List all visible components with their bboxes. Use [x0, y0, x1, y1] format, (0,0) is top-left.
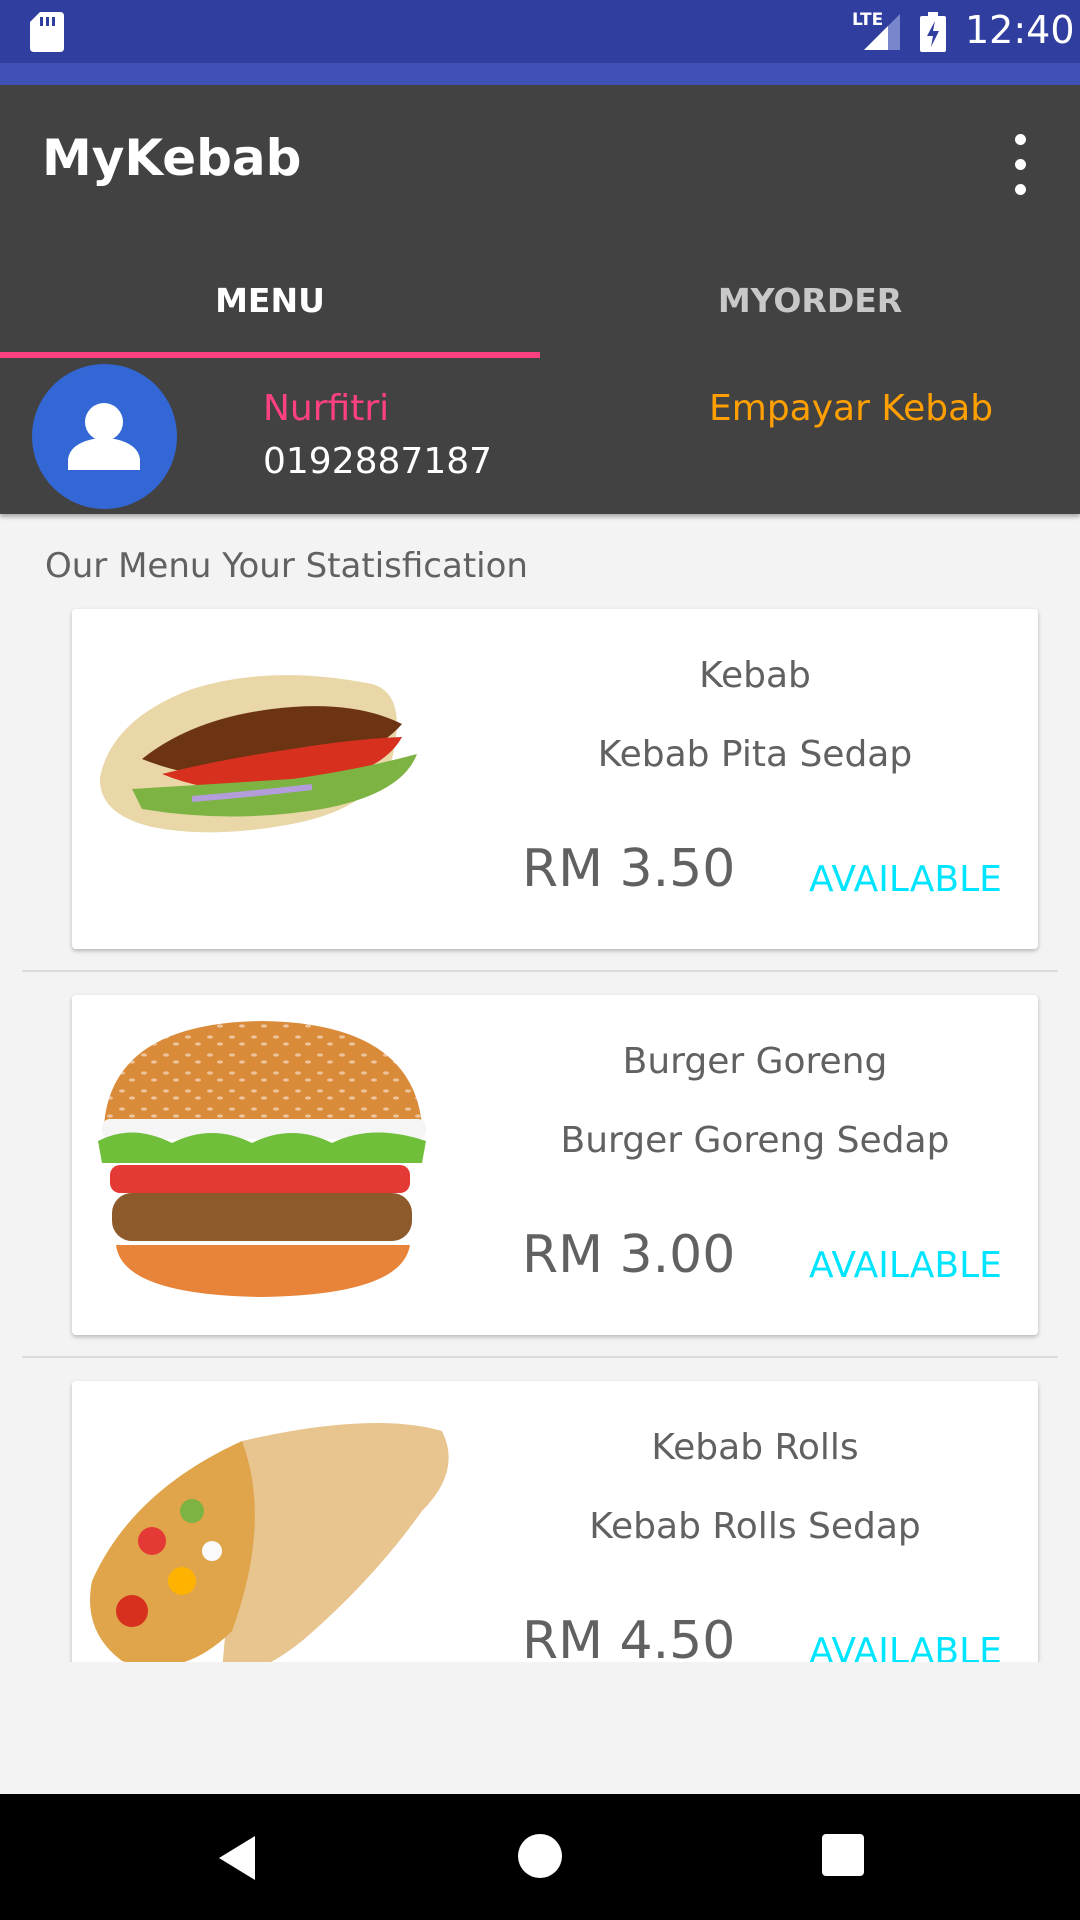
- person-icon: [68, 403, 140, 470]
- item-name: Kebab: [699, 655, 811, 696]
- menu-list[interactable]: Kebab Kebab Pita Sedap RM 3.50 AVAILABLE…: [0, 600, 1080, 1662]
- kebab-pita-image: [99, 675, 417, 833]
- menu-item-card[interactable]: Burger Goreng Burger Goreng Sedap RM 3.0…: [72, 995, 1038, 1335]
- status-bar-accent: [0, 63, 1080, 85]
- shop-name: Empayar Kebab: [709, 388, 994, 429]
- item-description: Kebab Rolls Sedap: [589, 1506, 921, 1547]
- sd-card-icon: [30, 12, 64, 52]
- app-title: MyKebab: [42, 129, 302, 187]
- item-description: Burger Goreng Sedap: [560, 1120, 950, 1161]
- tab-menu[interactable]: MENU: [0, 273, 540, 358]
- navigation-bar: [0, 1794, 1080, 1920]
- item-price: RM 4.50: [522, 1611, 736, 1662]
- item-price: RM 3.50: [522, 839, 736, 899]
- status-badge: AVAILABLE: [809, 1245, 1002, 1286]
- app-bar: MyKebab MENU MYORDER: [0, 85, 1080, 358]
- menu-item-card[interactable]: Kebab Rolls Kebab Rolls Sedap RM 4.50 AV…: [72, 1381, 1038, 1662]
- home-icon[interactable]: [518, 1834, 562, 1878]
- avatar[interactable]: [32, 364, 177, 509]
- more-vert-icon[interactable]: [1000, 130, 1040, 200]
- list-divider: [22, 1356, 1058, 1358]
- menu-heading: Our Menu Your Statisfication: [45, 546, 528, 586]
- status-badge: AVAILABLE: [809, 1631, 1002, 1662]
- battery-charging-icon: [920, 12, 946, 52]
- back-icon[interactable]: [215, 1834, 260, 1882]
- recents-icon[interactable]: [822, 1834, 864, 1876]
- profile-card: Nurfitri 0192887187 Empayar Kebab: [0, 358, 1080, 514]
- status-badge: AVAILABLE: [809, 859, 1002, 900]
- item-name: Burger Goreng: [622, 1041, 888, 1082]
- menu-item-card[interactable]: Kebab Kebab Pita Sedap RM 3.50 AVAILABLE: [72, 609, 1038, 949]
- user-name: Nurfitri: [263, 388, 390, 429]
- user-phone: 0192887187: [263, 441, 493, 482]
- burger-image: [98, 1021, 426, 1297]
- clock: 12:40: [965, 8, 1075, 52]
- status-bar: LTE 12:40: [0, 0, 1080, 63]
- item-name: Kebab Rolls: [651, 1427, 859, 1468]
- item-description: Kebab Pita Sedap: [597, 734, 913, 775]
- tab-myorder[interactable]: MYORDER: [540, 273, 1080, 358]
- item-price: RM 3.00: [522, 1225, 736, 1285]
- list-divider: [22, 970, 1058, 972]
- kebab-roll-image: [90, 1423, 449, 1662]
- signal-icon: [864, 14, 900, 50]
